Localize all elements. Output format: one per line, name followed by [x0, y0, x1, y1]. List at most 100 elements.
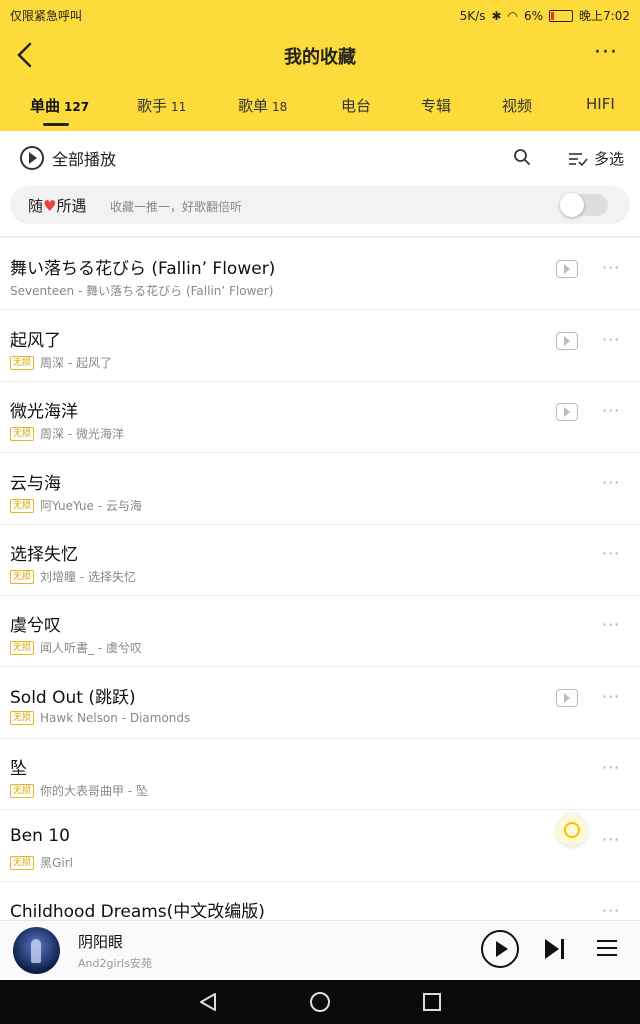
song-subtitle: 无损 Hawk Nelson - Diamonds [10, 711, 190, 725]
lossless-badge: 无损 [10, 711, 35, 725]
list-item[interactable]: 云与海 无损 阿YueYue - 云与海 ··· [0, 453, 640, 525]
heart-icon: ♥ [43, 197, 57, 215]
more-icon[interactable]: ··· [602, 830, 620, 849]
more-icon[interactable]: ··· [602, 901, 620, 920]
song-subtitle: 无损 刘增瞳 - 选择失忆 [10, 568, 136, 585]
tab-songs[interactable]: 单曲 127 [30, 95, 89, 116]
song-subtitle: 无损 黑Girl [10, 854, 73, 871]
mv-icon[interactable] [556, 689, 578, 707]
song-title: Childhood Dreams(中文改编版) [10, 902, 265, 922]
more-icon[interactable]: ··· [602, 401, 620, 420]
mv-icon[interactable] [556, 403, 578, 421]
locate-current-icon[interactable] [556, 814, 588, 846]
next-track-icon[interactable] [545, 939, 567, 959]
tab-label: 电台 [341, 97, 372, 115]
tab-label: 单曲 [30, 97, 61, 115]
lossless-badge: 无损 [10, 569, 35, 584]
tab-count: 127 [64, 100, 90, 114]
tab-label: HIFI [586, 95, 615, 113]
random-discovery-desc: 收藏一推一，好歌翻倍听 [110, 200, 243, 214]
list-item[interactable]: 坠 无损 你的大表哥曲甲 - 坠 ··· [0, 738, 640, 810]
tab-playlists[interactable]: 歌单 18 [238, 95, 287, 116]
song-artist: 你的大表哥曲甲 - 坠 [40, 784, 148, 798]
tab-albums[interactable]: 专辑 [421, 95, 451, 116]
song-subtitle: 无损 闻人听書_ - 虞兮叹 [10, 639, 142, 656]
now-playing-artist: And2girls安苑 [78, 957, 152, 970]
playlist-icon[interactable] [597, 940, 617, 956]
clock: 晚上7:02 [579, 9, 630, 23]
play-all-button[interactable]: 全部播放 [20, 146, 116, 170]
song-artist: Hawk Nelson - Diamonds [40, 711, 191, 725]
nav-back-icon[interactable] [199, 992, 217, 1012]
more-icon[interactable]: ··· [602, 258, 620, 277]
list-item[interactable]: 起风了 无损 周深 - 起风了 ··· [0, 310, 640, 382]
tab-label: 歌手 [137, 97, 168, 115]
tab-radio[interactable]: 电台 [341, 95, 371, 116]
list-item[interactable]: Sold Out (跳跃) 无损 Hawk Nelson - Diamonds ·… [0, 667, 640, 739]
song-title: 坠 [10, 759, 27, 779]
page-title: 我的收藏 [284, 47, 356, 68]
random-discovery-bar: 随♥所遇 收藏一推一，好歌翻倍听 [10, 186, 630, 224]
song-subtitle: 无损 周深 - 起风了 [10, 354, 112, 371]
more-icon[interactable]: ··· [602, 544, 620, 563]
battery-icon [549, 9, 574, 22]
list-item[interactable]: 微光海洋 无损 周深 - 微光海洋 ··· [0, 381, 640, 453]
list-item[interactable]: 舞い落ちる花びら (Fallin’ Flower) Seventeen - 舞い… [0, 238, 640, 310]
tab-count: 18 [272, 100, 288, 114]
search-icon[interactable] [513, 148, 531, 166]
system-nav-bar [0, 980, 640, 1024]
multi-select-button[interactable]: 多选 [568, 148, 624, 169]
status-icons: 5K/s ✱ ◠ 6% 晚上7:02 [460, 7, 630, 24]
song-title: 云与海 [10, 474, 61, 494]
title-suffix: 所遇 [56, 197, 87, 215]
list-item[interactable]: Ben 10 无损 黑Girl ··· [0, 810, 640, 882]
more-options-icon[interactable]: ··· [594, 40, 618, 65]
lossless-badge: 无损 [10, 783, 35, 798]
song-title: 选择失忆 [10, 545, 78, 565]
more-icon[interactable]: ··· [602, 758, 620, 777]
lossless-badge: 无损 [10, 426, 35, 441]
more-icon[interactable]: ··· [602, 330, 620, 349]
mv-icon[interactable] [556, 332, 578, 350]
tab-videos[interactable]: 视频 [502, 95, 532, 116]
lossless-badge: 无损 [10, 855, 35, 870]
list-item[interactable]: 虞兮叹 无损 闻人听書_ - 虞兮叹 ··· [0, 595, 640, 667]
song-artist: 周深 - 起风了 [40, 356, 112, 370]
active-tab-indicator [43, 123, 69, 126]
album-cover[interactable] [13, 927, 60, 974]
song-title: 虞兮叹 [10, 616, 61, 636]
more-icon[interactable]: ··· [602, 615, 620, 634]
wifi-icon: ◠ [507, 8, 518, 23]
song-artist: 刘增瞳 - 选择失忆 [40, 570, 136, 584]
song-title: 舞い落ちる花びら (Fallin’ Flower) [10, 259, 276, 279]
more-icon[interactable]: ··· [602, 473, 620, 492]
tab-singers[interactable]: 歌手 11 [137, 95, 186, 116]
tab-label: 歌单 [238, 97, 269, 115]
more-icon[interactable]: ··· [602, 687, 620, 706]
tab-hifi[interactable]: HIFI [586, 95, 615, 113]
battery-percent: 6% [524, 8, 544, 23]
random-discovery-toggle[interactable] [560, 193, 608, 217]
status-bar: 仅限紧急呼叫 5K/s ✱ ◠ 6% 晚上7:02 [0, 0, 640, 30]
song-title: 微光海洋 [10, 402, 78, 422]
tab-label: 专辑 [421, 97, 452, 115]
play-circle-icon [20, 146, 44, 170]
lossless-badge: 无损 [10, 498, 35, 513]
mv-icon[interactable] [556, 260, 578, 278]
multi-select-label: 多选 [594, 150, 625, 168]
tab-bar: 单曲 127 歌手 11 歌单 18 电台 专辑 视频 HIFI [0, 90, 640, 130]
song-subtitle: 无损 阿YueYue - 云与海 [10, 497, 142, 514]
song-subtitle: 无损 你的大表哥曲甲 - 坠 [10, 782, 148, 799]
mini-player[interactable]: 阴阳眼 And2girls安苑 [0, 920, 640, 981]
nav-home-icon[interactable] [310, 992, 330, 1012]
now-playing-title: 阴阳眼 [78, 933, 124, 951]
title-bar: 我的收藏 ··· [0, 30, 640, 80]
lossless-badge: 无损 [10, 355, 35, 370]
list-item[interactable]: 选择失忆 无损 刘增瞳 - 选择失忆 ··· [0, 524, 640, 596]
bluetooth-icon: ✱ [491, 8, 502, 23]
song-artist: 闻人听書_ - 虞兮叹 [40, 641, 142, 655]
song-artist: 黑Girl [40, 856, 73, 870]
nav-recents-icon[interactable] [423, 993, 441, 1011]
song-artist: 阿YueYue - 云与海 [40, 499, 142, 513]
play-button[interactable] [481, 930, 519, 968]
